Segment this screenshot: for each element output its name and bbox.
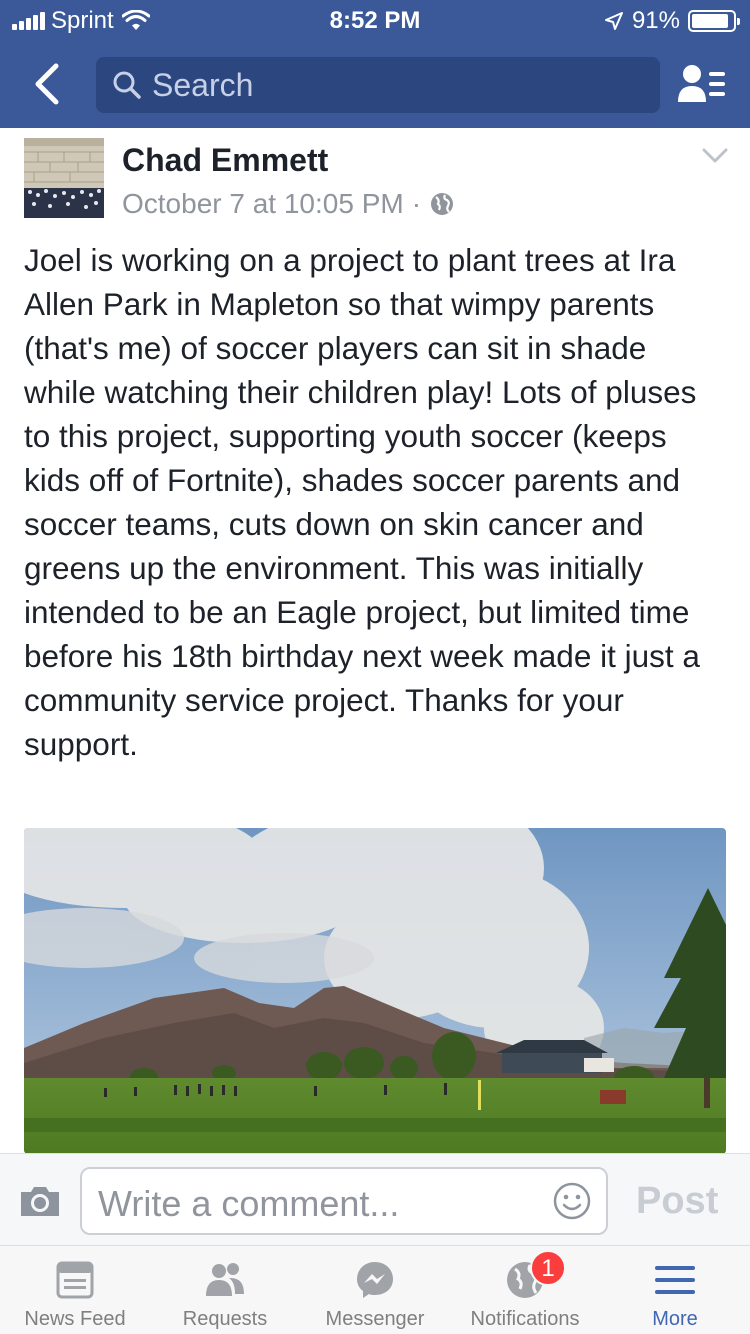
friends-list-icon bbox=[678, 65, 725, 102]
app-header: Sprint 8:52 PM 91% Search bbox=[0, 0, 750, 128]
battery-icon bbox=[688, 10, 740, 32]
camera-button[interactable] bbox=[18, 1184, 62, 1218]
friend-requests-icon bbox=[206, 1263, 244, 1296]
post-text: Joel is working on a project to plant tr… bbox=[24, 242, 700, 762]
tab-label: More bbox=[652, 1308, 698, 1330]
post-timestamp[interactable]: October 7 at 10:05 PM bbox=[122, 188, 404, 220]
tab-bar: News Feed Requests Messenger 1 Notificat… bbox=[0, 1245, 750, 1334]
tab-notifications[interactable]: 1 Notifications bbox=[450, 1246, 600, 1334]
emoji-button[interactable] bbox=[552, 1181, 592, 1221]
tab-requests[interactable]: Requests bbox=[150, 1246, 300, 1334]
tab-label: News Feed bbox=[24, 1308, 126, 1330]
avatar[interactable] bbox=[24, 138, 104, 218]
tab-label: Requests bbox=[182, 1308, 268, 1330]
location-icon bbox=[604, 12, 623, 30]
notification-badge: 1 bbox=[530, 1250, 566, 1286]
tab-label: Notifications bbox=[470, 1308, 580, 1330]
messenger-icon bbox=[357, 1262, 393, 1298]
news-feed-icon bbox=[56, 1261, 94, 1299]
search-input[interactable]: Search bbox=[96, 57, 660, 113]
post-comment-button[interactable]: Post bbox=[636, 1180, 718, 1223]
tab-news-feed[interactable]: News Feed bbox=[0, 1246, 150, 1334]
chevron-left-icon bbox=[35, 63, 59, 105]
globe-icon bbox=[431, 193, 454, 215]
tab-messenger[interactable]: Messenger bbox=[300, 1246, 450, 1334]
comment-bar: Write a comment... Post bbox=[0, 1153, 750, 1245]
smiley-icon bbox=[553, 1182, 591, 1220]
search-placeholder: Search bbox=[152, 66, 254, 103]
back-button[interactable] bbox=[28, 60, 68, 108]
camera-icon bbox=[21, 1187, 59, 1216]
tab-label: Messenger bbox=[325, 1308, 425, 1330]
search-icon bbox=[113, 71, 141, 99]
status-bar: Sprint 8:52 PM 91% bbox=[0, 0, 750, 40]
tab-more[interactable]: More bbox=[600, 1246, 750, 1334]
meta-separator: · bbox=[411, 188, 422, 219]
post-meta: October 7 at 10:05 PM · bbox=[122, 188, 455, 220]
post-photo[interactable] bbox=[24, 828, 726, 1154]
comment-input[interactable]: Write a comment... bbox=[80, 1167, 608, 1235]
chevron-down-icon bbox=[702, 148, 728, 163]
battery-percent: 91% bbox=[631, 7, 680, 34]
post-author[interactable]: Chad Emmett bbox=[122, 142, 328, 179]
comment-placeholder: Write a comment... bbox=[98, 1183, 400, 1224]
menu-icon bbox=[655, 1266, 695, 1294]
friends-list-button[interactable] bbox=[676, 62, 728, 106]
post-options-button[interactable] bbox=[702, 148, 728, 164]
